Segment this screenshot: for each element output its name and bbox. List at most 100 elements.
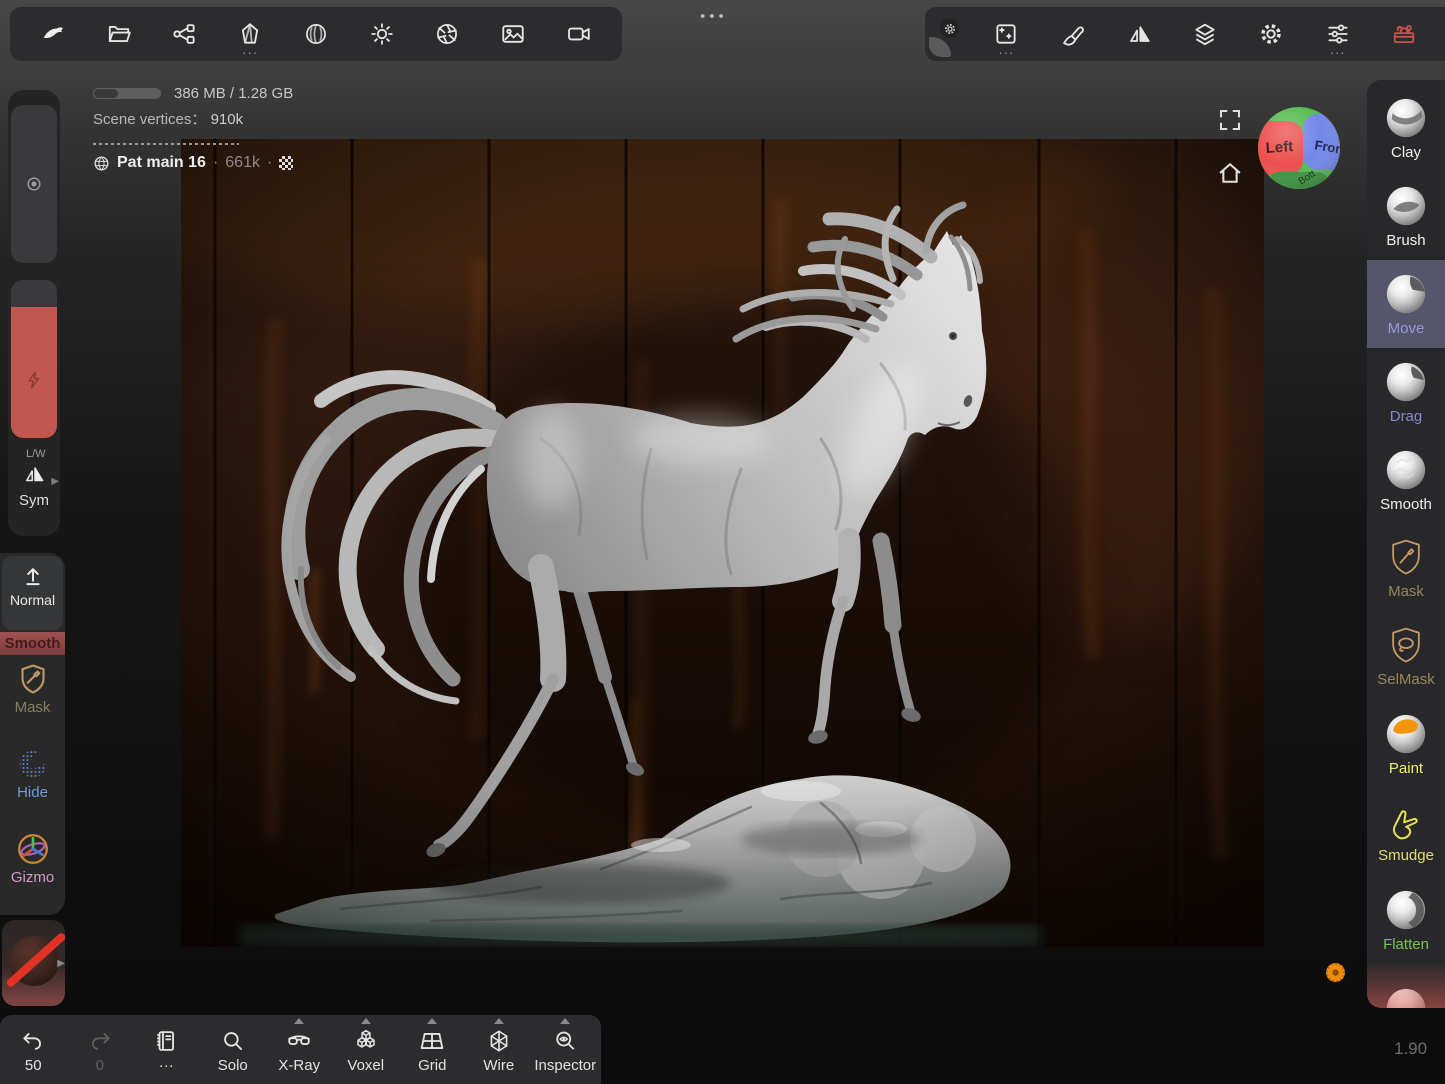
object-vertices: 661k [225,154,260,172]
sym-expand-arrow[interactable]: ▶ [51,476,59,487]
bottom-item-label: Solo [218,1057,248,1074]
lighting-icon[interactable] [369,21,395,47]
tool-gear-badge-icon [940,19,959,38]
left-slider-panel: L/W ▶ Sym [8,90,60,536]
sliders-more-dots: ··· [1330,48,1346,58]
sliders-icon[interactable]: ··· [1325,21,1351,47]
tool-label: Clay [1391,144,1421,161]
window-handle-dots[interactable]: ••• [700,8,728,25]
hide-label: Hide [0,784,65,801]
left-mask-tool[interactable]: Mask [0,661,65,716]
bottom-item-label: Grid [418,1057,446,1074]
nomad-logo-icon[interactable] [40,21,66,47]
hide-dots-icon [14,746,52,782]
right-tools-panel: Clay Brush Move DragSmoothMaskSelMask Paint S… [1367,80,1445,1008]
lw-label: L/W [26,448,60,460]
intensity-bolt-icon [23,369,45,391]
stamp-alpha-icon[interactable]: ··· [993,21,1019,47]
viewport-canvas[interactable] [181,139,1264,947]
bottom-item-xray[interactable]: X-Ray [266,1015,333,1084]
clay-tool-icon [1383,95,1429,141]
files-icon[interactable] [106,21,132,47]
tool-smudge[interactable]: Smudge [1367,788,1445,876]
smudge-tool-icon [1384,800,1428,844]
mesh-sphere-icon [93,155,110,172]
settings-gear-icon[interactable] [1258,21,1284,47]
brush-tool-icon [1383,183,1429,229]
bottom-item-label: Voxel [347,1057,384,1074]
tool-mask[interactable]: Mask [1367,524,1445,612]
tool-move[interactable]: Move [1367,260,1445,348]
matcap-checker-icon[interactable] [279,156,293,170]
primitive-more-dots: ··· [242,48,258,58]
tool-drag[interactable]: Drag [1367,348,1445,436]
brush-radius-slider[interactable] [11,105,57,263]
expand-caret-icon[interactable] [494,1018,504,1024]
normal-label: Normal [2,592,63,608]
tool-brush[interactable]: Brush [1367,172,1445,260]
solo-icon [220,1028,246,1054]
toolbox-icon[interactable] [1391,21,1417,47]
symmetry-icon[interactable] [1126,21,1152,47]
bottom-toolbar: 50 0··· Solo X-Ray Voxel Grid WireInspector [0,1015,601,1084]
paint-tool-icon [1383,711,1429,757]
home-view-button[interactable] [1216,159,1244,187]
camera-icon[interactable] [566,21,592,47]
tool-label: Move [1388,320,1425,337]
brush-intensity-slider[interactable] [11,280,57,438]
tool-flatten[interactable]: Flatten [1367,876,1445,964]
smooth-label: Smooth [0,632,65,655]
gizmo-axes-icon [15,831,51,867]
status-block: 386 MB / 1.28 GB Scene vertices： 910k Pa… [93,84,293,172]
material-expand-arrow[interactable]: ▶ [57,958,65,969]
matcap-icon[interactable] [303,21,329,47]
grid-icon [419,1028,445,1054]
scene-vertices-label: Scene vertices： [93,111,206,128]
scene-graph-icon[interactable] [171,21,197,47]
layers-icon[interactable] [1192,21,1218,47]
object-name[interactable]: Pat main 16 [117,154,206,172]
expand-caret-icon[interactable] [294,1018,304,1024]
tool-label: Paint [1389,760,1423,777]
bottom-item-label: X-Ray [278,1057,320,1074]
expand-caret-icon[interactable] [427,1018,437,1024]
flatten-tool-icon [1383,887,1429,933]
memory-usage: 386 MB / 1.28 GB [174,85,293,102]
primitive-icon[interactable]: ··· [237,21,263,47]
left-gizmo-tool[interactable]: Gizmo [0,831,65,886]
tool-selmask[interactable]: SelMask [1367,612,1445,700]
background-image-icon[interactable] [500,21,526,47]
bottom-item-wire[interactable]: Wire [466,1015,533,1084]
stroke-mode-smooth[interactable]: Smooth [0,632,65,655]
tool-smooth[interactable]: Smooth [1367,436,1445,524]
zoom-level: 1.90 [1394,1039,1427,1059]
stroke-mode-normal[interactable]: Normal [2,556,63,630]
bottom-item-redo[interactable]: 0 [67,1015,134,1084]
mask-shield-icon [15,661,51,697]
bottom-item-inspector[interactable]: Inspector [532,1015,599,1084]
tool-label: Smudge [1378,847,1434,864]
left-hide-tool[interactable]: Hide [0,746,65,801]
orientation-gizmo[interactable]: Left Fron Bott [1257,106,1341,190]
bottom-item-history[interactable]: ··· [133,1015,200,1084]
fullscreen-button[interactable] [1217,107,1243,133]
horse-sculpt-render [181,139,1264,947]
tool-paint[interactable]: Paint [1367,700,1445,788]
undo-icon [20,1028,46,1054]
bottom-item-undo[interactable]: 50 [0,1015,67,1084]
bottom-item-solo[interactable]: Solo [200,1015,267,1084]
postprocess-icon[interactable] [434,21,460,47]
bottom-item-voxel[interactable]: Voxel [333,1015,400,1084]
tool-clay[interactable]: Clay [1367,84,1445,172]
expand-caret-icon[interactable] [361,1018,371,1024]
bottom-item-grid[interactable]: Grid [399,1015,466,1084]
redo-icon [87,1028,113,1054]
expand-caret-icon[interactable] [560,1018,570,1024]
material-card[interactable]: ▶ [2,920,65,1006]
bottom-item-label: 50 [25,1057,42,1074]
symmetry-toggle[interactable]: L/W ▶ Sym [8,448,60,509]
paint-material-icon[interactable] [1060,21,1086,47]
record-indicator-icon[interactable] [1326,963,1345,982]
radius-icon [24,174,44,194]
stamp-more-dots: ··· [998,48,1014,58]
